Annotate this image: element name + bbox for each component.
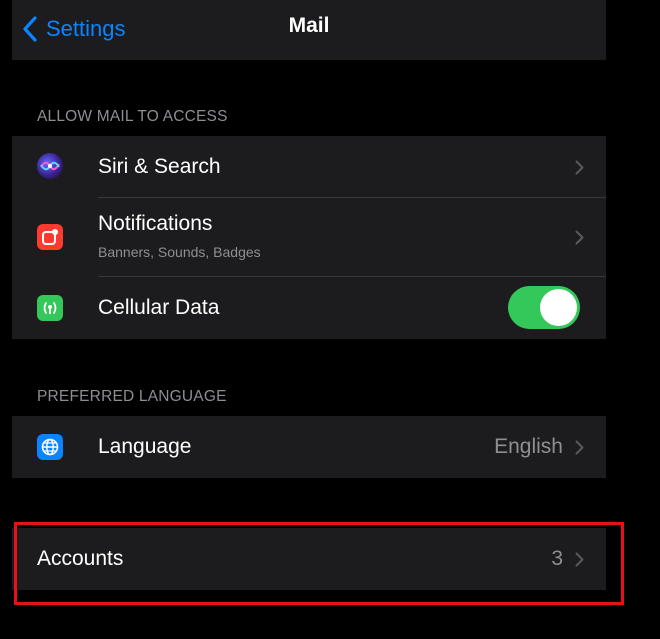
chevron-right-icon	[575, 160, 584, 175]
language-row[interactable]: Language English	[12, 416, 606, 478]
notifications-row[interactable]: Notifications Banners, Sounds, Badges	[12, 198, 606, 277]
globe-icon	[37, 434, 63, 460]
toggle-knob	[540, 289, 577, 326]
cellular-data-label: Cellular Data	[98, 296, 220, 319]
language-label: Language	[98, 435, 192, 458]
notifications-label: Notifications	[98, 212, 213, 235]
section-header-preferred-language: PREFERRED LANGUAGE	[37, 388, 227, 405]
chevron-right-icon	[575, 230, 584, 245]
language-group: Language English	[12, 416, 606, 478]
access-group: Siri & Search Notifications Banners, Sou…	[12, 136, 606, 339]
siri-icon	[37, 153, 63, 179]
notifications-icon	[37, 224, 63, 250]
chevron-right-icon	[575, 440, 584, 455]
cellular-data-row: Cellular Data	[12, 277, 606, 339]
highlight-box	[14, 522, 624, 605]
cellular-data-toggle[interactable]	[508, 286, 580, 329]
siri-search-label: Siri & Search	[98, 155, 221, 178]
siri-search-row[interactable]: Siri & Search	[12, 136, 606, 198]
language-value: English	[494, 435, 563, 458]
navigation-bar: Settings Mail	[12, 0, 606, 60]
cellular-data-icon	[37, 295, 63, 321]
page-title: Mail	[288, 14, 330, 37]
notifications-sublabel: Banners, Sounds, Badges	[98, 244, 261, 260]
section-header-allow-access: ALLOW MAIL TO ACCESS	[37, 108, 228, 125]
